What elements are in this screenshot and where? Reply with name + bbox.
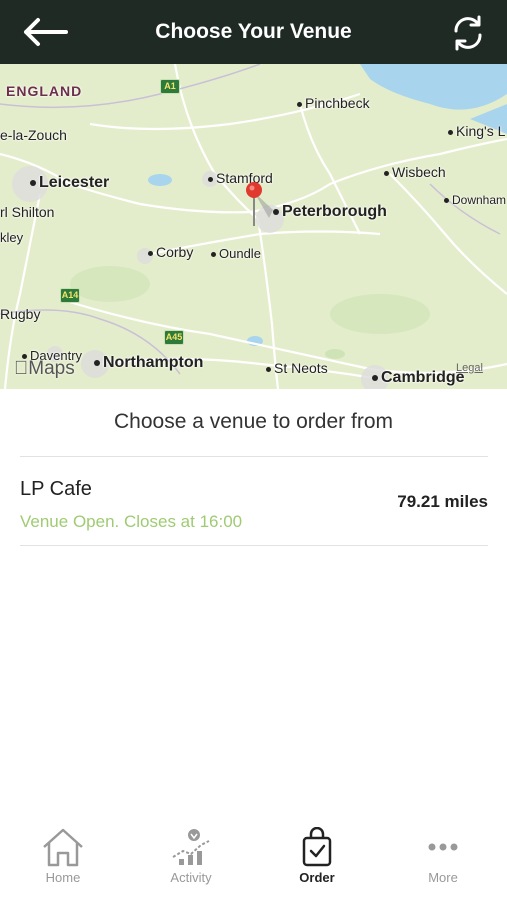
map-label-kley: kley <box>0 230 24 245</box>
map-label-ashby: e-la-Zouch <box>0 127 67 143</box>
place-name: Northampton <box>103 354 204 371</box>
road-badge-a1: A1 <box>160 79 180 94</box>
place-name: King's L <box>456 123 506 139</box>
place-name: Oundle <box>219 246 261 261</box>
map-label-corby: Corby <box>148 244 193 260</box>
map-label-region: ENGLAND <box>6 83 83 99</box>
place-name: Corby <box>156 244 194 260</box>
activity-icon <box>172 829 210 865</box>
place-dot <box>297 101 302 107</box>
home-icon <box>43 828 83 867</box>
map-label-st-neots: St Neots <box>266 360 328 376</box>
legal-link[interactable]: Legal <box>456 362 483 374</box>
venue-list-item[interactable]: LP Cafe Venue Open. Closes at 16:00 79.2… <box>20 470 488 540</box>
tab-label: Home <box>45 870 81 885</box>
place-dot <box>30 179 36 186</box>
place-dot <box>372 374 378 381</box>
map-label-cambridge: Cambridge <box>372 369 465 387</box>
maps-provider-label: Maps <box>14 358 74 379</box>
venue-distance: 79.21 miles <box>397 492 488 511</box>
map-label-leicester: Leicester <box>30 174 109 192</box>
place-name: Wisbech <box>392 164 446 180</box>
maps-logo: Maps <box>14 358 75 380</box>
place-name: Downham <box>452 193 507 207</box>
place-dot <box>266 366 271 372</box>
place-dot <box>211 252 216 258</box>
map-label-pinchbeck: Pinchbeck <box>297 95 370 111</box>
tab-more[interactable]: More <box>398 827 488 889</box>
place-dot <box>94 359 100 366</box>
venue-pin-icon[interactable] <box>245 180 285 233</box>
venues-heading: Choose a venue to order from <box>114 410 393 433</box>
road-badge-a45: A45 <box>164 330 184 345</box>
place-dot <box>384 170 389 176</box>
place-dot <box>208 176 213 182</box>
map-label-oundle: Oundle <box>211 246 261 261</box>
tab-label: Activity <box>170 870 212 885</box>
divider <box>20 456 488 457</box>
place-name: Peterborough <box>282 203 387 220</box>
page-title: Choose Your Venue <box>155 20 352 43</box>
divider <box>20 545 488 546</box>
venue-status: Venue Open. Closes at 16:00 <box>20 512 243 531</box>
place-dot <box>448 129 453 135</box>
map-label-shilton: rl Shilton <box>0 204 55 220</box>
tab-activity[interactable]: Activity <box>146 827 236 889</box>
road-badge-a14: A14 <box>60 288 80 303</box>
tab-label: Order <box>299 870 335 885</box>
place-name: Leicester <box>39 174 110 191</box>
place-name: Pinchbeck <box>305 95 370 111</box>
tab-label: More <box>428 870 458 885</box>
refresh-icon[interactable] <box>448 13 488 53</box>
place-name: Cambridge <box>381 369 465 386</box>
tab-home[interactable]: Home <box>18 827 108 889</box>
top-bar: Choose Your Venue <box>0 0 507 64</box>
place-name: St Neots <box>274 360 328 376</box>
more-dots-icon <box>428 843 458 851</box>
map-label-rugby: Rugby <box>0 306 41 322</box>
map-label-kings-lynn: King's L <box>448 123 505 139</box>
place-dot <box>148 250 153 256</box>
venue-name: LP Cafe <box>20 478 92 500</box>
map-label-northampton: Northampton <box>94 354 203 372</box>
map-label-peterborough: Peterborough <box>273 203 387 221</box>
tab-order[interactable]: Order <box>272 827 362 889</box>
map-label-downham: Downham <box>444 193 506 207</box>
shopping-bag-icon <box>302 827 332 867</box>
map-label-wisbech: Wisbech <box>384 164 446 180</box>
venue-map[interactable]: ENGLAND Pinchbeck King's L e-la-Zouch Le… <box>0 64 507 389</box>
place-dot <box>444 198 449 204</box>
bottom-tab-bar: Home Activity Order More <box>0 815 507 900</box>
